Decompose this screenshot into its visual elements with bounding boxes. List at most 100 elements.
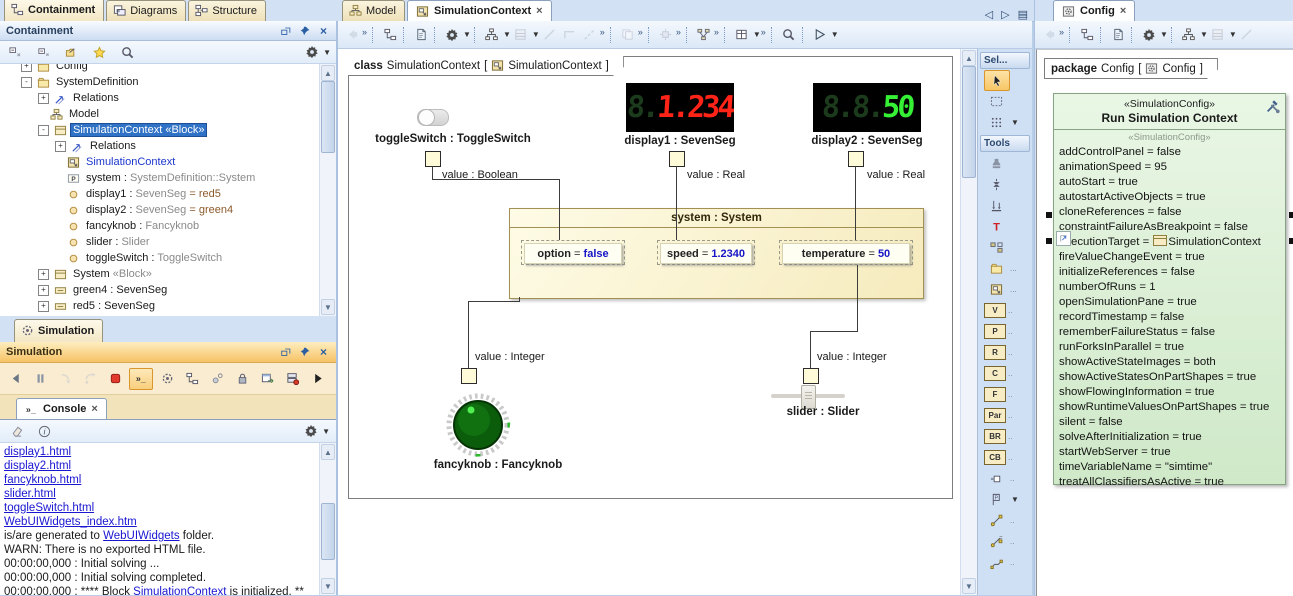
config-property[interactable]: showActiveStateImages = both [1059, 355, 1285, 370]
tree-item[interactable]: slider : Slider [0, 234, 320, 250]
scroll-thumb[interactable] [321, 503, 335, 560]
display2-sevenseg[interactable]: 8.8.50 [813, 83, 921, 132]
dropdown-icon[interactable]: ▼ [753, 30, 761, 39]
copy-icon[interactable] [618, 26, 638, 44]
scroll-up-icon[interactable]: ▲ [962, 50, 976, 66]
config-property[interactable]: addControlPanel = false [1059, 145, 1285, 160]
selection-handle[interactable] [1289, 238, 1293, 244]
wrench-icon[interactable] [1265, 98, 1281, 114]
connector[interactable] [468, 301, 520, 302]
console-link[interactable]: SimulationContext [133, 586, 226, 595]
config-property[interactable]: runForksInParallel = true [1059, 340, 1285, 355]
console-link[interactable]: display2.html [4, 460, 71, 472]
doc-icon[interactable] [411, 26, 431, 44]
tab-model[interactable]: Model [342, 0, 405, 21]
console-link[interactable]: WebUIWidgets_index.htm [4, 516, 137, 528]
config-property[interactable]: cloneReferences = false [1059, 205, 1285, 220]
layout-icon[interactable] [694, 26, 714, 44]
pin-icon[interactable] [298, 346, 311, 359]
tree-item[interactable]: -SystemDefinition [0, 74, 320, 90]
config-property[interactable]: rememberFailureStatus = false [1059, 325, 1285, 340]
config-property[interactable]: timeVariableName = "simtime" [1059, 460, 1285, 475]
toggle-switch-port[interactable] [425, 151, 441, 167]
elbow-icon[interactable] [560, 26, 580, 44]
config-property[interactable]: openSimulationPane = true [1059, 295, 1285, 310]
simulation-config-block[interactable]: «SimulationConfig» Run Simulation Contex… [1053, 93, 1286, 485]
exportwin-icon[interactable] [256, 369, 278, 389]
animation-icon[interactable] [156, 369, 178, 389]
line-icon[interactable] [540, 26, 560, 44]
stamp-icon[interactable] [984, 154, 1008, 173]
config-property[interactable]: treatAllClassifiersAsActive = true [1059, 475, 1285, 490]
navigate-badge-icon[interactable] [1056, 231, 1071, 246]
float-icon[interactable] [279, 24, 292, 37]
palette-par-button[interactable]: Par [984, 408, 1006, 423]
display2-port[interactable] [848, 151, 864, 167]
terminate-icon[interactable] [104, 369, 126, 389]
lock-icon[interactable] [231, 369, 253, 389]
search-icon[interactable] [117, 43, 137, 61]
layout2-icon[interactable] [984, 238, 1008, 257]
cursor-icon[interactable] [984, 70, 1010, 91]
tree-item[interactable]: SimulationContext [0, 154, 320, 170]
config-property[interactable]: numberOfRuns = 1 [1059, 280, 1285, 295]
dropdown-icon[interactable]: ▼ [1200, 30, 1208, 39]
expand-icon[interactable] [306, 369, 328, 389]
tab-prev-icon[interactable]: ◁ [985, 8, 993, 21]
gear-icon[interactable] [1139, 26, 1159, 44]
tab-next-icon[interactable]: ▷ [1001, 8, 1009, 21]
tab-simulation[interactable]: Simulation [14, 319, 103, 342]
speed-value-box[interactable]: speed = 1.2340 [657, 240, 755, 265]
temperature-value-box[interactable]: temperature = 50 [779, 240, 913, 265]
display1-sevenseg[interactable]: 8.1.234 [626, 83, 734, 132]
close-icon[interactable]: × [536, 5, 542, 17]
play-icon[interactable] [810, 26, 830, 44]
slider-port[interactable] [803, 368, 819, 384]
gear-icon[interactable] [302, 43, 322, 61]
console-link[interactable]: display1.html [4, 446, 71, 458]
overflow-icon[interactable]: » [714, 27, 719, 37]
consoleIc-icon[interactable]: »_ [129, 368, 153, 390]
tab-structure[interactable]: Structure [188, 0, 266, 21]
dropdown-icon[interactable]: ▼ [1229, 30, 1237, 39]
expander-icon[interactable]: + [38, 301, 49, 312]
connector[interactable] [559, 179, 560, 240]
palette-r-button[interactable]: R [984, 345, 1006, 360]
expander-icon[interactable]: - [21, 77, 32, 88]
option-value-box[interactable]: option = false [521, 240, 625, 265]
palette-v-button[interactable]: V [984, 303, 1006, 318]
expander-icon[interactable]: + [21, 64, 32, 72]
connector[interactable] [468, 301, 469, 368]
tree-item[interactable]: +Config [0, 64, 320, 74]
tree-item[interactable]: fancyknob : Fancyknob [0, 218, 320, 234]
tab-console[interactable]: »_ Console × [16, 398, 107, 419]
dropdown-icon[interactable]: ▼ [532, 30, 540, 39]
simtree-icon[interactable] [181, 369, 203, 389]
stepover-icon[interactable] [79, 369, 101, 389]
tab-containment[interactable]: Containment [4, 0, 104, 21]
config-property[interactable]: constraintFailureAsBreakpoint = false [1059, 220, 1285, 235]
overflow-icon[interactable]: » [676, 27, 681, 37]
dots-icon[interactable] [984, 113, 1008, 132]
config-property[interactable]: solveAfterInitialization = true [1059, 430, 1285, 445]
expander-icon[interactable]: + [38, 93, 49, 104]
canvas-scrollbar[interactable]: ▲ ▼ [960, 49, 977, 595]
tree-icon[interactable] [1077, 26, 1097, 44]
tab-list-icon[interactable]: ▤ [1018, 8, 1028, 21]
search-icon[interactable] [779, 26, 799, 44]
config-canvas[interactable]: package Config [ Config ] «SimulationCon… [1036, 49, 1293, 596]
connector[interactable] [676, 166, 677, 240]
config-property[interactable]: autoStart = true [1059, 175, 1285, 190]
favorite-icon[interactable] [89, 43, 109, 61]
tree-item[interactable]: -SimulationContext «Block» [0, 122, 320, 138]
console-link[interactable]: toggleSwitch.html [4, 502, 94, 514]
config-property[interactable]: showActiveStatesOnPartShapes = true [1059, 370, 1285, 385]
tree-item[interactable]: +Relations [0, 138, 320, 154]
open-diagram-icon[interactable] [61, 43, 81, 61]
connector[interactable] [432, 166, 433, 180]
breakpoints-icon[interactable] [206, 369, 228, 389]
alignv-icon[interactable] [984, 175, 1008, 194]
selection-handle[interactable] [1289, 212, 1293, 218]
connector[interactable] [432, 179, 560, 180]
console-scrollbar[interactable]: ▲ ▼ [319, 443, 336, 595]
